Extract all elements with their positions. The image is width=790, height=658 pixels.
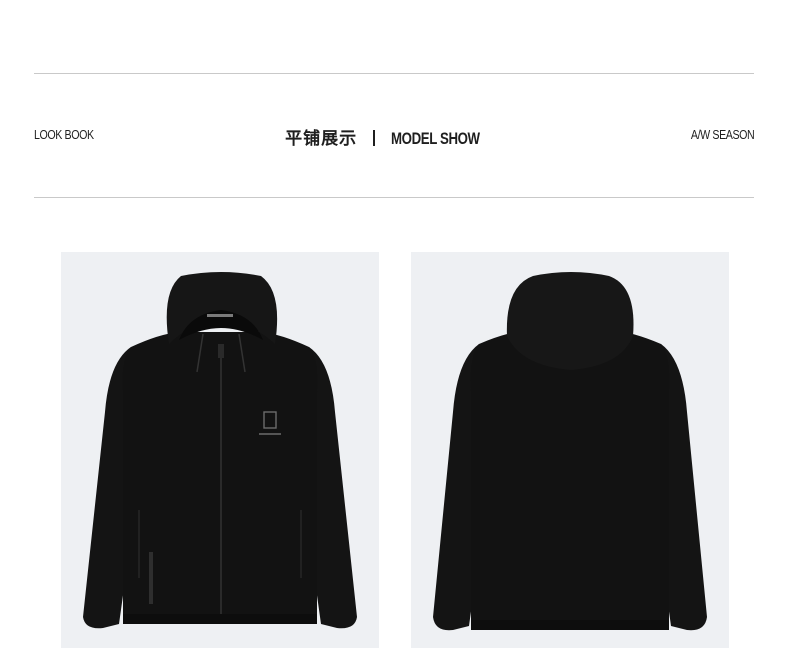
- jacket-back-illustration: [433, 272, 707, 631]
- header-bottom-divider: [34, 197, 754, 198]
- jacket-back-image: [411, 252, 729, 648]
- title-separator: [373, 130, 376, 146]
- jacket-front-image: [61, 252, 379, 648]
- season-label: A/W SEASON: [690, 127, 755, 142]
- section-title-english: MODEL SHOW: [391, 129, 480, 148]
- section-title-chinese: 平铺展示: [285, 129, 358, 148]
- jacket-front-illustration: [83, 272, 357, 629]
- header-top-divider: [34, 73, 754, 74]
- section-title: 平铺展示 MODEL SHOW: [0, 124, 790, 149]
